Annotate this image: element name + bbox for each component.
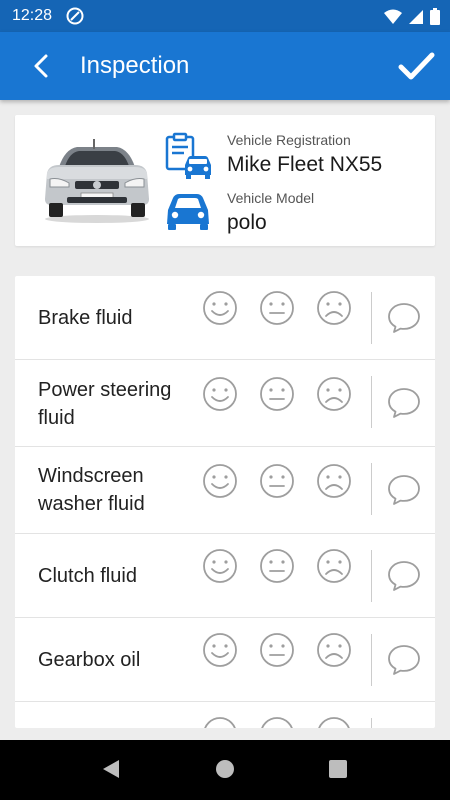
arrow-back-icon[interactable] — [28, 52, 56, 80]
app-bar: Inspection — [0, 32, 450, 100]
inspection-item-label: Brake fluid — [38, 307, 133, 329]
inspection-row-power-steering-fluid: Power steering fluid — [15, 360, 435, 447]
neutral-face-icon[interactable] — [259, 548, 295, 584]
vehicle-registration-label: Vehicle Registration — [227, 132, 351, 148]
status-bar: 12:28 — [0, 0, 450, 32]
sad-face-icon[interactable] — [316, 716, 352, 728]
inspection-item-label: Windscreen washer fluid — [38, 465, 145, 515]
inspection-row-brake-fluid: Brake fluid — [15, 276, 435, 360]
sad-face-icon[interactable] — [316, 632, 352, 668]
vehicle-model-icon — [163, 190, 213, 234]
sad-face-icon[interactable] — [316, 463, 352, 499]
vehicle-model-value: polo — [227, 211, 267, 234]
comment-icon[interactable] — [387, 643, 421, 677]
neutral-face-icon[interactable] — [259, 376, 295, 412]
inspection-item-label: Clutch fluid — [38, 565, 137, 587]
row-divider — [371, 463, 372, 515]
status-icons — [384, 8, 440, 30]
neutral-face-icon[interactable] — [259, 716, 295, 728]
inspection-item-label: Gearbox oil — [38, 649, 141, 671]
car-photo — [37, 133, 157, 225]
neutral-face-icon[interactable] — [259, 632, 295, 668]
vehicle-registration-icon — [163, 131, 213, 181]
inspection-row-windscreen-washer-fluid: Windscreen washer fluid — [15, 447, 435, 534]
status-time: 12:28 — [12, 7, 53, 24]
sad-face-icon[interactable] — [316, 290, 352, 326]
row-divider — [371, 376, 372, 428]
inspection-row-clutch-fluid: Clutch fluid — [15, 534, 435, 618]
page-title: Inspection — [80, 52, 190, 79]
battery-icon — [430, 8, 440, 30]
inspection-row-gearbox-oil: Gearbox oil — [15, 618, 435, 702]
vehicle-card: Vehicle Registration Mike Fleet NX55 Veh… — [15, 115, 435, 246]
vehicle-registration-value: Mike Fleet NX55 — [227, 153, 383, 176]
neutral-face-icon[interactable] — [259, 463, 295, 499]
inspection-row-partial — [15, 702, 435, 728]
vehicle-model-label: Vehicle Model — [227, 190, 315, 206]
row-divider — [371, 550, 372, 602]
system-nav-bar — [0, 740, 450, 800]
happy-face-icon[interactable] — [202, 290, 238, 326]
at-icon — [66, 7, 84, 30]
neutral-face-icon[interactable] — [259, 290, 295, 326]
happy-face-icon[interactable] — [202, 716, 238, 728]
inspection-list: Brake fluid Power steering fluid Windscr… — [15, 276, 435, 728]
happy-face-icon[interactable] — [202, 376, 238, 412]
row-divider — [371, 634, 372, 686]
nav-recents-icon[interactable] — [327, 758, 349, 785]
inspection-item-label: Power steering fluid — [38, 379, 172, 429]
happy-face-icon[interactable] — [202, 463, 238, 499]
happy-face-icon[interactable] — [202, 632, 238, 668]
row-divider — [371, 292, 372, 344]
happy-face-icon[interactable] — [202, 548, 238, 584]
nav-home-icon[interactable] — [214, 758, 236, 785]
row-divider — [371, 718, 372, 728]
nav-back-icon[interactable] — [100, 758, 122, 785]
sad-face-icon[interactable] — [316, 548, 352, 584]
comment-icon[interactable] — [387, 386, 421, 420]
check-icon[interactable] — [396, 46, 436, 86]
comment-icon[interactable] — [387, 559, 421, 593]
wifi-icon — [384, 9, 402, 30]
sad-face-icon[interactable] — [316, 376, 352, 412]
comment-icon[interactable] — [387, 301, 421, 335]
signal-icon — [408, 9, 424, 30]
comment-icon[interactable] — [387, 473, 421, 507]
